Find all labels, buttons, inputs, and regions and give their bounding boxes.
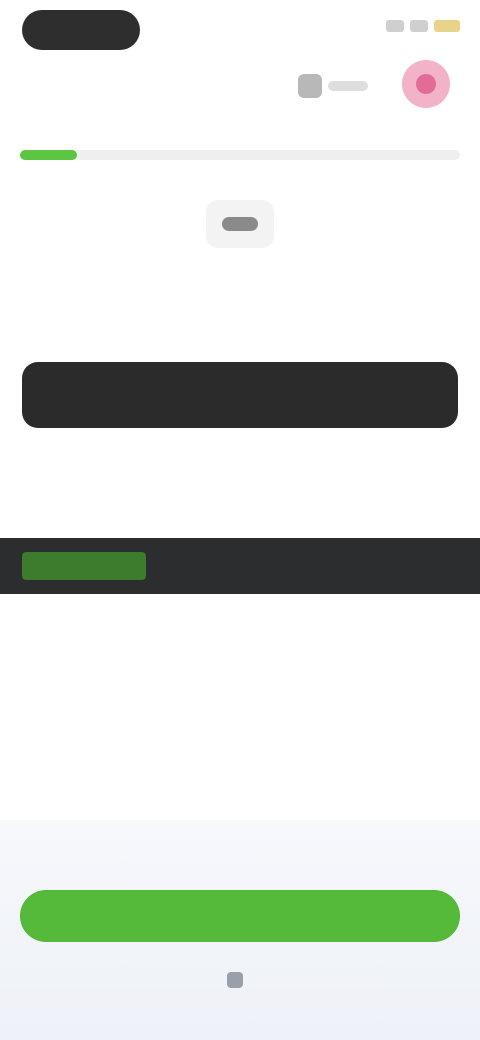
user-avatar[interactable] (402, 60, 450, 108)
status-bar (0, 0, 480, 60)
signal-icon (386, 20, 404, 32)
status-time (22, 10, 140, 50)
bottom-panel (0, 820, 480, 1040)
output-panel (0, 538, 480, 594)
header-info-text (328, 81, 368, 91)
user-avatar-icon (416, 74, 436, 94)
gem-icon (298, 74, 322, 98)
status-icons (386, 20, 460, 32)
check-button[interactable] (20, 890, 460, 942)
flag-icon (227, 972, 243, 988)
question-icon (206, 200, 274, 248)
progress-fill (20, 150, 78, 160)
question-icon-glyph (222, 217, 258, 231)
header (0, 60, 480, 116)
output-tag (22, 552, 146, 580)
progress-bar (20, 150, 460, 160)
battery-icon (434, 20, 460, 32)
header-info[interactable] (298, 74, 370, 98)
code-editor[interactable] (22, 362, 458, 428)
wifi-icon (410, 20, 428, 32)
report-issue-link[interactable] (0, 972, 480, 988)
